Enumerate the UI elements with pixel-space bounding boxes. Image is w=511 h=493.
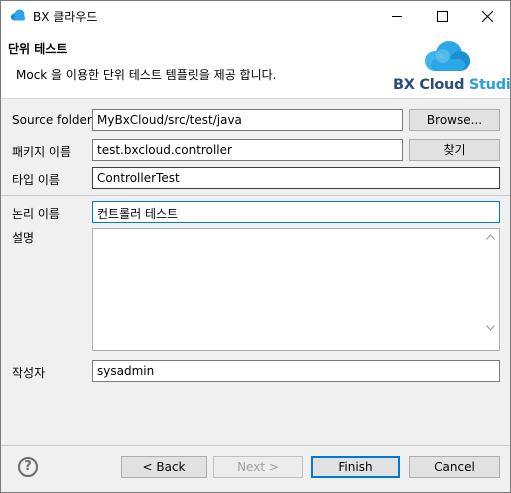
footer-divider bbox=[1, 445, 510, 446]
description-textarea[interactable] bbox=[92, 228, 500, 351]
source-folder-input[interactable]: MyBxCloud/src/test/java bbox=[92, 109, 403, 131]
browse-button[interactable]: Browse... bbox=[409, 109, 500, 131]
logo-brand: BX Cloud bbox=[393, 77, 465, 93]
next-button-label: Next > bbox=[237, 460, 279, 474]
wizard-header: 단위 테스트 Mock 을 이용한 단위 테스트 템플릿을 제공 합니다. BX… bbox=[1, 31, 511, 99]
scroll-up-icon[interactable] bbox=[486, 234, 495, 240]
maximize-button[interactable] bbox=[420, 1, 465, 31]
find-package-button[interactable]: 찾기 bbox=[409, 139, 500, 161]
dialog-window: BX 클라우드 단위 테스트 Mock 을 이용한 단위 테스트 템플릿을 제공… bbox=[0, 0, 511, 493]
package-input[interactable]: test.bxcloud.controller bbox=[92, 139, 403, 161]
package-label: 패키지 이름 bbox=[12, 145, 72, 159]
logical-name-input[interactable]: 컨트롤러 테스트 bbox=[92, 201, 500, 223]
maximize-icon bbox=[437, 11, 448, 22]
description-label: 설명 bbox=[12, 231, 35, 245]
bx-cloud-studio-logo: BX Cloud Studio bbox=[391, 37, 511, 95]
cancel-button-label: Cancel bbox=[434, 460, 475, 474]
description-scrollbar[interactable] bbox=[482, 229, 499, 350]
help-icon[interactable]: ? bbox=[18, 457, 38, 477]
back-button-label: < Back bbox=[142, 460, 186, 474]
scroll-down-icon[interactable] bbox=[486, 325, 495, 331]
wizard-title: 단위 테스트 bbox=[8, 42, 68, 56]
source-folder-label: Source folder: bbox=[12, 113, 96, 127]
window-title: BX 클라우드 bbox=[33, 10, 98, 24]
logo-product: Studio bbox=[468, 77, 511, 93]
next-button[interactable]: Next > bbox=[213, 456, 303, 478]
close-button[interactable] bbox=[465, 1, 510, 31]
logical-name-label: 논리 이름 bbox=[12, 207, 60, 221]
type-name-label: 타입 이름 bbox=[12, 173, 60, 187]
finish-button-label: Finish bbox=[338, 460, 373, 474]
browse-button-label: Browse... bbox=[426, 113, 483, 127]
logo-text: BX Cloud Studio bbox=[393, 77, 511, 93]
title-bar: BX 클라우드 bbox=[1, 1, 510, 31]
type-name-input[interactable]: ControllerTest bbox=[92, 167, 500, 189]
form-divider bbox=[1, 195, 510, 196]
wizard-description: Mock 을 이용한 단위 테스트 템플릿을 제공 합니다. bbox=[16, 68, 277, 82]
minimize-button[interactable] bbox=[375, 1, 420, 31]
cancel-button[interactable]: Cancel bbox=[409, 456, 500, 478]
back-button[interactable]: < Back bbox=[121, 456, 207, 478]
cloud-logo-icon bbox=[425, 41, 470, 71]
close-icon bbox=[482, 11, 493, 22]
finish-button[interactable]: Finish bbox=[311, 456, 400, 478]
find-package-button-label: 찾기 bbox=[443, 143, 466, 157]
cloud-app-icon bbox=[10, 8, 26, 25]
author-label: 작성자 bbox=[12, 366, 46, 380]
author-input[interactable]: sysadmin bbox=[92, 360, 500, 382]
minimize-icon bbox=[392, 16, 402, 17]
